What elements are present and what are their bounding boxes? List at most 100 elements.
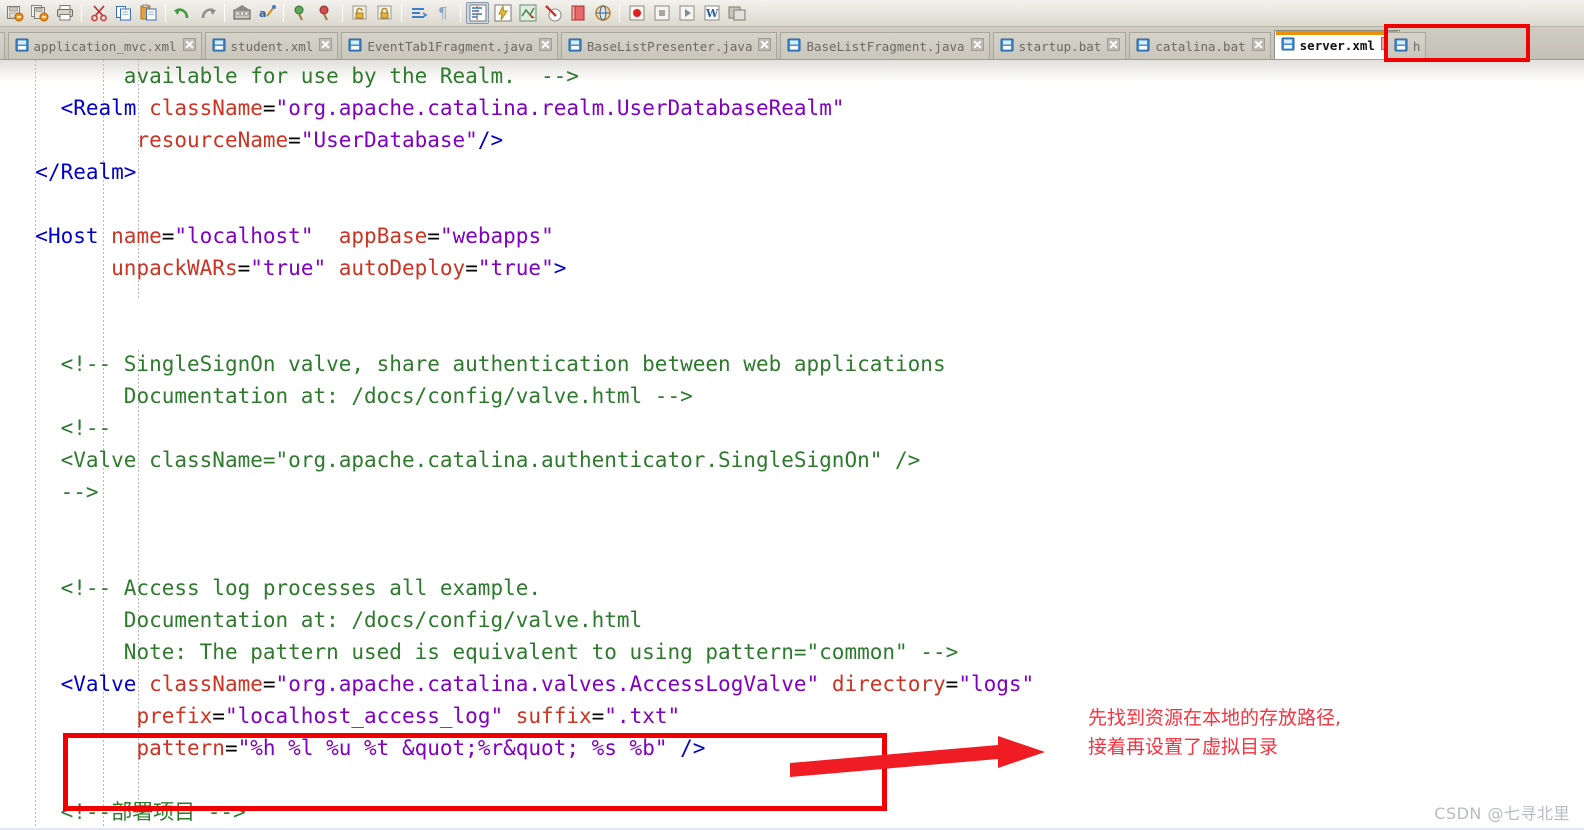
close-icon[interactable] <box>182 38 196 54</box>
close-icon[interactable] <box>1107 38 1121 54</box>
undo-icon[interactable] <box>171 2 194 24</box>
perspective-icon[interactable] <box>725 2 748 24</box>
external-tools-icon[interactable]: a <box>255 2 278 24</box>
code-token-v: "UserDatabase" <box>300 128 478 152</box>
toolbar-separator <box>460 4 461 22</box>
validate-icon[interactable] <box>516 2 539 24</box>
book-icon[interactable] <box>566 2 589 24</box>
code-token-a: unpackWARs <box>111 256 238 280</box>
toolbar-group-source <box>465 2 615 24</box>
java-file-icon <box>787 38 801 55</box>
code-line[interactable]: pattern="%h %l %u %t &quot;%r&quot; %s %… <box>0 732 1584 764</box>
code-line[interactable]: <Host name="localhost" appBase="webapps" <box>0 220 1584 252</box>
code-line[interactable]: <Valve className="org.apache.catalina.va… <box>0 668 1584 700</box>
code-line[interactable] <box>0 764 1584 796</box>
editor-tab-baselistfragment-java[interactable]: BaseListFragment.java <box>780 32 990 59</box>
xml-source-editor[interactable]: available for use by the Realm. --> <Rea… <box>0 60 1584 830</box>
word-icon[interactable]: W <box>700 2 723 24</box>
code-token-eq: = <box>945 672 959 696</box>
code-token-c: <!-- Access log processes all example. <box>60 576 542 600</box>
stop-icon[interactable] <box>650 2 673 24</box>
editor-tab-catalina-bat[interactable]: catalina.bat <box>1129 32 1271 59</box>
editor-tab-baselistpresenter-java[interactable]: BaseListPresenter.java <box>560 32 778 59</box>
main-toolbar: a ¶ W <box>0 0 1584 27</box>
toolbar-group-run <box>288 2 338 24</box>
code-token-c: available for use by the Realm. --> <box>123 64 579 88</box>
format-icon[interactable] <box>466 2 489 24</box>
clear-marker-icon[interactable] <box>541 2 564 24</box>
code-line[interactable]: <Valve className="org.apache.catalina.au… <box>0 444 1584 476</box>
save-all-icon[interactable] <box>28 2 51 24</box>
code-token-v: "logs" <box>958 672 1035 696</box>
editor-tab-clipped-right[interactable]: h <box>1386 32 1427 59</box>
toolbar-separator <box>81 4 82 22</box>
toolbar-group-undo <box>170 2 220 24</box>
code-line[interactable]: --> <box>0 476 1584 508</box>
paragraph-icon[interactable]: ¶ <box>432 2 455 24</box>
editor-tab-label: h <box>1412 38 1421 54</box>
code-token-a: className <box>149 672 263 696</box>
quickfix-icon[interactable] <box>491 2 514 24</box>
editor-tab-startup-bat[interactable]: startup.bat <box>992 32 1127 59</box>
editor-tab-label: catalina.bat <box>1155 38 1246 54</box>
code-line[interactable]: <!-- SingleSignOn valve, share authentic… <box>0 348 1584 380</box>
code-token-v: "org.apache.catalina.realm.UserDatabaseR… <box>275 96 845 120</box>
code-line[interactable] <box>0 508 1584 540</box>
code-line[interactable] <box>0 316 1584 348</box>
debug-icon[interactable] <box>289 2 312 24</box>
record-icon[interactable] <box>625 2 648 24</box>
code-token-eq: = <box>161 224 175 248</box>
code-line[interactable]: </Realm> <box>0 156 1584 188</box>
code-line[interactable]: <Realm className="org.apache.catalina.re… <box>0 92 1584 124</box>
bat-file-icon <box>1136 38 1150 55</box>
code-token-a: autoDeploy <box>338 256 466 280</box>
code-line[interactable] <box>0 188 1584 220</box>
code-line[interactable]: <!-- Access log processes all example. <box>0 572 1584 604</box>
close-icon[interactable] <box>1251 38 1265 54</box>
code-line[interactable] <box>0 540 1584 572</box>
save-icon[interactable] <box>3 2 26 24</box>
code-token-c: <!-- SingleSignOn valve, share authentic… <box>60 352 946 376</box>
eclipse-editor-window: a ¶ W application_mvc.xml student.xml Ev… <box>0 0 1584 830</box>
code-line[interactable] <box>0 284 1584 316</box>
code-line[interactable]: resourceName="UserDatabase"/> <box>0 124 1584 156</box>
csdn-watermark: CSDN @七寻北里 <box>1434 804 1570 823</box>
lock-closed-icon[interactable] <box>373 2 396 24</box>
close-icon[interactable] <box>758 38 772 54</box>
code-content[interactable]: available for use by the Realm. --> <Rea… <box>0 60 1584 830</box>
lock-open-icon[interactable] <box>348 2 371 24</box>
print-icon[interactable] <box>53 2 76 24</box>
code-line[interactable]: unpackWARs="true" autoDeploy="true"> <box>0 252 1584 284</box>
code-line[interactable]: Documentation at: /docs/config/valve.htm… <box>0 604 1584 636</box>
run-icon[interactable] <box>314 2 337 24</box>
editor-tab-label: student.xml <box>230 38 314 54</box>
close-icon[interactable] <box>970 38 984 54</box>
editor-tab-eventtab1fragment-java[interactable]: EventTab1Fragment.java <box>341 32 558 59</box>
new-wizard-icon[interactable] <box>230 2 253 24</box>
editor-tab-student-xml[interactable]: student.xml <box>204 32 339 59</box>
code-line[interactable]: <!-- <box>0 412 1584 444</box>
outdent-icon[interactable] <box>407 2 430 24</box>
editor-tab-clipped-left[interactable]: 3 <box>0 32 5 59</box>
editor-tab-application-mvc-xml[interactable]: application_mvc.xml <box>7 32 202 59</box>
close-icon[interactable] <box>538 38 552 54</box>
cut-icon[interactable] <box>87 2 110 24</box>
close-icon[interactable] <box>319 38 333 54</box>
code-token-eq: = <box>262 672 276 696</box>
copy-icon[interactable] <box>112 2 135 24</box>
code-line[interactable]: <!--部署项目 --> <box>0 796 1584 828</box>
paste-icon[interactable] <box>137 2 160 24</box>
editor-tab-server-xml[interactable]: server.xml <box>1273 30 1400 59</box>
code-line[interactable]: available for use by the Realm. --> <box>0 60 1584 92</box>
code-line[interactable]: Note: The pattern used is equivalent to … <box>0 636 1584 668</box>
code-line[interactable]: prefix="localhost_access_log" suffix=".t… <box>0 700 1584 732</box>
redo-icon[interactable] <box>196 2 219 24</box>
play-icon[interactable] <box>675 2 698 24</box>
web-browser-icon[interactable] <box>591 2 614 24</box>
code-line[interactable]: Documentation at: /docs/config/valve.htm… <box>0 380 1584 412</box>
